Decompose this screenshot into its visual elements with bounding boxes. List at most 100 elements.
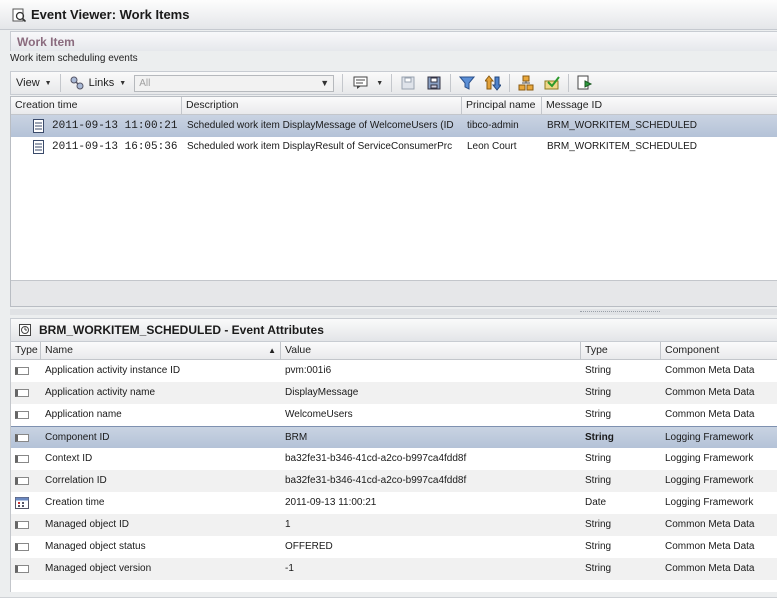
table-row[interactable]: Correlation ID ba32fe31-b346-41cd-a2co-b9… bbox=[11, 470, 777, 492]
principal-name-cell: Leon Court bbox=[467, 141, 517, 152]
filter-combobox-value: All bbox=[139, 77, 151, 89]
sort-icon[interactable] bbox=[485, 75, 502, 91]
table-row[interactable]: Component ID BRM String Logging Framework bbox=[11, 426, 777, 448]
attributes-table: Type Name ▲ Value Type Component Applica… bbox=[10, 342, 777, 592]
dropdown-arrow-icon[interactable]: ▼ bbox=[320, 78, 329, 88]
column-header-creation-time[interactable]: Creation time bbox=[11, 97, 182, 115]
message-id-cell: BRM_WORKITEM_SCHEDULED bbox=[547, 141, 698, 152]
text-type-icon bbox=[15, 367, 29, 375]
attribute-component-cell: Common Meta Data bbox=[665, 365, 755, 376]
splitter[interactable] bbox=[10, 309, 777, 315]
column-header-value[interactable]: Value bbox=[281, 342, 581, 360]
table-row[interactable]: 2011-09-13 11:00:21 Scheduled work item … bbox=[11, 115, 777, 137]
attribute-value-cell: ba32fe31-b346-41cd-a2co-b997ca4fdd8f bbox=[285, 475, 467, 486]
column-header-type-icon[interactable]: Type bbox=[11, 342, 41, 360]
document-icon bbox=[33, 140, 44, 154]
attribute-component-cell: Common Meta Data bbox=[665, 563, 755, 574]
description-cell: Scheduled work item DisplayMessage of We… bbox=[187, 120, 454, 131]
status-bar bbox=[0, 597, 777, 616]
attribute-value-cell: DisplayMessage bbox=[285, 387, 359, 398]
comment-menu-button[interactable]: ▼ bbox=[346, 73, 388, 93]
column-header-name-label: Name bbox=[45, 344, 74, 356]
creation-time-cell: 2011-09-13 11:00:21 bbox=[52, 120, 178, 132]
column-header-principal-name[interactable]: Principal name bbox=[462, 97, 542, 115]
window-title-bar: Event Viewer: Work Items bbox=[0, 0, 777, 30]
links-menu-label: Links bbox=[88, 77, 115, 89]
toolbar-separator bbox=[59, 74, 61, 92]
splitter-grip[interactable] bbox=[580, 311, 660, 313]
text-type-icon bbox=[15, 521, 29, 529]
events-table: Creation time Description Principal name… bbox=[10, 96, 777, 307]
attributes-table-header: Type Name ▲ Value Type Component bbox=[11, 342, 777, 360]
attribute-type-cell: String bbox=[585, 519, 612, 530]
text-type-icon bbox=[15, 455, 29, 463]
view-menu-button[interactable]: View ▼ bbox=[11, 73, 57, 93]
links-icon bbox=[70, 76, 84, 90]
toolbar-separator bbox=[568, 74, 570, 92]
table-row[interactable]: Application activity instance ID pvm:001i… bbox=[11, 360, 777, 382]
message-id-cell: BRM_WORKITEM_SCHEDULED bbox=[547, 120, 698, 131]
toolbar: View ▼ Links ▼ All ▼ ▼ bbox=[10, 71, 777, 95]
toolbar-separator bbox=[509, 74, 511, 92]
toolbar-separator bbox=[342, 74, 344, 92]
clock-icon bbox=[19, 324, 31, 336]
save-as-icon[interactable] bbox=[426, 75, 442, 91]
section-title: Work Item bbox=[17, 34, 75, 49]
attribute-component-cell: Common Meta Data bbox=[665, 409, 755, 420]
attribute-component-cell: Common Meta Data bbox=[665, 387, 755, 398]
table-row[interactable]: Managed object version -1 String Common Met… bbox=[11, 558, 777, 580]
attribute-type-cell: String bbox=[585, 409, 612, 420]
filter-icon[interactable] bbox=[459, 75, 476, 91]
attribute-name-cell: Application name bbox=[45, 409, 122, 420]
section-heading: Work Item bbox=[10, 31, 777, 51]
attribute-value-cell: BRM bbox=[285, 432, 308, 443]
table-row[interactable]: Managed object ID 1 String Common Meta Data bbox=[11, 514, 777, 536]
save-disabled-icon[interactable] bbox=[400, 75, 416, 91]
attribute-component-cell: Common Meta Data bbox=[665, 519, 755, 530]
attribute-name-cell: Managed object status bbox=[45, 541, 146, 552]
text-type-icon bbox=[15, 411, 29, 419]
attribute-name-cell: Application activity instance ID bbox=[45, 365, 181, 376]
approve-icon[interactable] bbox=[544, 75, 560, 91]
text-type-icon bbox=[15, 565, 29, 573]
column-header-type[interactable]: Type bbox=[581, 342, 661, 360]
toolbar-separator bbox=[391, 74, 393, 92]
principal-name-cell: tibco-admin bbox=[467, 120, 519, 131]
sort-ascending-icon: ▲ bbox=[268, 346, 276, 355]
horizontal-scrollbar[interactable] bbox=[11, 280, 777, 306]
attribute-value-cell: 2011-09-13 11:00:21 bbox=[285, 497, 377, 508]
comment-icon bbox=[353, 76, 368, 89]
attribute-name-cell: Context ID bbox=[45, 453, 93, 464]
table-row[interactable]: Creation time 2011-09-13 11:00:21 Date Logg… bbox=[11, 492, 777, 514]
text-type-icon bbox=[15, 543, 29, 551]
export-icon[interactable] bbox=[577, 75, 593, 91]
attribute-value-cell: ba32fe31-b346-41cd-a2co-b997ca4fdd8f bbox=[285, 453, 467, 464]
column-header-message-id[interactable]: Message ID bbox=[542, 97, 777, 115]
attribute-name-cell: Correlation ID bbox=[45, 475, 107, 486]
attribute-name-cell: Creation time bbox=[45, 497, 105, 508]
column-header-description[interactable]: Description bbox=[182, 97, 462, 115]
table-row[interactable]: Context ID ba32fe31-b346-41cd-a2co-b997ca… bbox=[11, 448, 777, 470]
text-type-icon bbox=[15, 434, 29, 442]
column-header-name[interactable]: Name ▲ bbox=[41, 342, 281, 360]
table-row[interactable]: Application activity name DisplayMessage S… bbox=[11, 382, 777, 404]
attribute-type-cell: String bbox=[585, 453, 612, 464]
chevron-down-icon: ▼ bbox=[44, 79, 52, 87]
description-cell: Scheduled work item DisplayResult of Ser… bbox=[187, 141, 453, 152]
attribute-component-cell: Logging Framework bbox=[665, 453, 754, 464]
table-row[interactable]: Application name WelcomeUsers String Common… bbox=[11, 404, 777, 426]
document-icon bbox=[33, 119, 44, 133]
links-menu-button[interactable]: Links ▼ bbox=[64, 73, 132, 93]
attribute-name-cell: Managed object ID bbox=[45, 519, 129, 530]
attribute-component-cell: Common Meta Data bbox=[665, 541, 755, 552]
attribute-type-cell: String bbox=[585, 387, 612, 398]
filter-combobox[interactable]: All ▼ bbox=[134, 74, 335, 92]
toolbar-separator bbox=[450, 74, 452, 92]
attribute-type-cell: String bbox=[585, 432, 614, 443]
table-row[interactable]: 2011-09-13 16:05:36 Scheduled work item … bbox=[11, 136, 777, 158]
hierarchy-icon[interactable] bbox=[518, 75, 534, 91]
column-header-component[interactable]: Component bbox=[661, 342, 777, 360]
table-row[interactable]: Managed object status OFFERED String Common… bbox=[11, 536, 777, 558]
attribute-component-cell: Logging Framework bbox=[665, 497, 754, 508]
attribute-name-cell: Component ID bbox=[45, 432, 110, 443]
